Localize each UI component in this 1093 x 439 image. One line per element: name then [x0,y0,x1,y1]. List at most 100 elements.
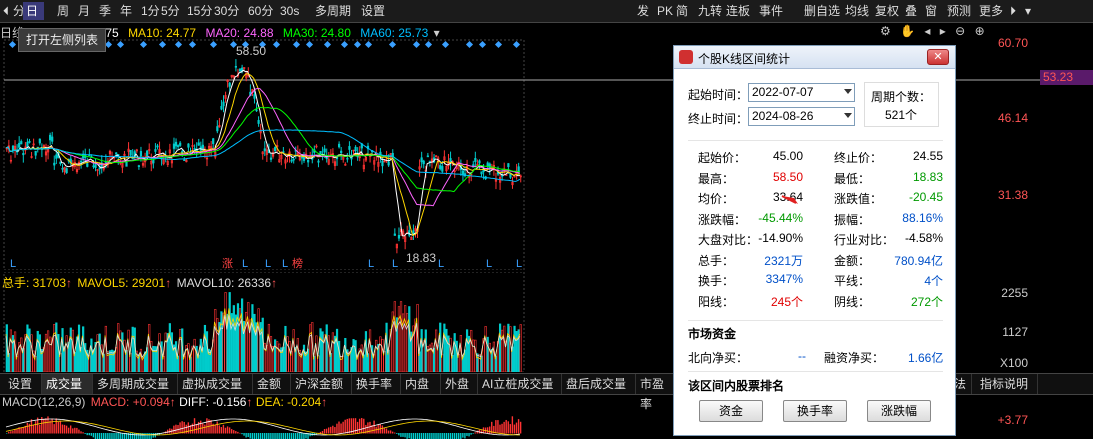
tab-indicator-help[interactable]: 指标说明 [976,374,1038,394]
macd-bar [22,427,24,434]
arrow-right-icon[interactable]: ▸ [940,24,946,38]
toolbar-item-9[interactable]: 叠 [902,2,921,20]
indicator-tab-11[interactable]: 市盈率 [636,374,678,411]
macd-bar [340,423,342,434]
indicator-tab-2[interactable]: 多周期成交量 [93,374,178,394]
stat-label: 金额： [834,253,871,268]
signal-diamond [465,40,474,49]
macd-bar [303,433,305,439]
toolbar-item-1[interactable]: PK [654,2,673,20]
forward-icon[interactable]: ⏵ [1007,2,1019,20]
period-tab-1[interactable]: 日 [23,2,44,20]
back-icon[interactable]: ⏴ [0,2,10,20]
volume-bar [470,329,473,372]
volume-bar [476,353,479,372]
rank-change-button[interactable]: 涨跌幅 [867,400,931,422]
rank-funds-button[interactable]: 资金 [699,400,763,422]
macd-bar [241,433,243,435]
macd-bar [330,426,332,434]
arrow-left-icon[interactable]: ◂ [924,24,930,38]
period-tab-13[interactable]: 设置 [358,2,392,20]
toolbar-item-7[interactable]: 均线 [842,2,871,20]
volume-bar [478,354,481,372]
macd-bar [441,433,443,439]
volume-bar [393,301,396,372]
rank-turnover-button[interactable]: 换手率 [783,400,847,422]
macd-bar [404,433,406,438]
indicator-tab-6[interactable]: 换手率 [352,374,401,394]
volume-bar [232,305,235,372]
period-tab-8[interactable]: 15分 [184,2,212,20]
period-tab-10[interactable]: 60分 [245,2,277,20]
dialog-titlebar[interactable]: 个股K线区间统计 ✕ [674,46,955,69]
volume-bar [420,329,423,372]
event-mark: L [10,258,16,270]
toolbar-item-5[interactable]: 事件 [756,2,786,20]
toolbar-item-2[interactable]: 简 [673,2,693,20]
macd-bar [394,432,396,434]
stat-value: -14.90% [758,231,803,245]
end-date-picker[interactable]: 2024-08-26 [748,107,855,126]
toolbar-item-10[interactable]: 窗 [922,2,943,20]
period-tab-12[interactable]: 多周期 [312,2,358,20]
candle-body [187,143,190,148]
macd-bar [274,433,276,439]
indicator-tab-5[interactable]: 沪深金额 [291,374,352,394]
start-date-value: 2022-07-07 [752,85,814,99]
indicator-tab-1[interactable]: 成交量 [42,374,93,394]
candle-body [18,142,21,148]
period-tab-2[interactable]: 周 [54,2,75,20]
zoom-in-icon[interactable]: ⊕ [975,24,985,38]
stat-label: 起始价： [698,151,747,165]
macd-bar [424,433,427,439]
divider [688,140,943,141]
indicator-tab-9[interactable]: AI立桩成交量 [478,374,562,394]
period-tab-3[interactable]: 月 [75,2,96,20]
macd-bar [228,427,231,434]
start-date-picker[interactable]: 2022-07-07 [748,83,855,102]
toolbar-item-3[interactable]: 九转 [695,2,722,20]
period-tab-5[interactable]: 年 [117,2,138,20]
toolbar-item-6[interactable]: 删自选 [801,2,841,20]
macd-bar [206,418,208,434]
close-icon[interactable]: ✕ [927,49,949,65]
hand-icon[interactable]: ✋ [900,24,915,38]
toolbar-item-4[interactable]: 连板 [723,2,755,20]
chevron-down-icon[interactable]: ▾ [434,26,440,40]
volume-bar [38,334,41,372]
volume-bar [519,324,522,372]
candle-body [238,68,242,72]
toolbar-item-11[interactable]: 预测 [944,2,975,20]
toolbar-item-12[interactable]: 更多 [976,2,1005,20]
signal-diamond [305,40,314,49]
volume-bar [216,318,219,372]
zoom-out-icon[interactable]: ⊖ [955,24,965,38]
period-tab-6[interactable]: 1分 [138,2,160,20]
macd-bar [410,433,412,439]
toolbar-item-0[interactable]: 发 [634,2,652,20]
macd-bar [453,433,456,439]
indicator-tab-10[interactable]: 盘后成交量 [562,374,636,394]
toolbar-item-8[interactable]: 复权 [872,2,901,20]
volume-bar [55,322,58,372]
macd-bar [429,433,431,439]
candle-body [125,161,128,167]
period-tab-7[interactable]: 5分 [158,2,184,20]
macd-bar [69,425,72,434]
macd-bar [488,426,491,434]
indicator-tab-4[interactable]: 金额 [253,374,291,394]
candle-body [139,151,143,157]
volume-bar [325,324,328,372]
period-tab-9[interactable]: 30分 [211,2,245,20]
indicator-tab-3[interactable]: 虚拟成交量 [178,374,253,394]
volume-bar [274,339,277,372]
stat-value: 780.94亿 [894,253,943,268]
period-tab-4[interactable]: 季 [96,2,117,20]
period-tab-11[interactable]: 30s [277,2,312,20]
indicator-tab-7[interactable]: 内盘 [401,374,441,394]
indicator-tab-0[interactable]: 设置 [4,374,42,394]
stat-value: 4个 [924,274,943,288]
indicator-tab-8[interactable]: 外盘 [441,374,478,394]
gear-icon[interactable]: ⚙ [880,24,891,38]
chevron-down-icon[interactable]: ▾ [1022,2,1034,20]
